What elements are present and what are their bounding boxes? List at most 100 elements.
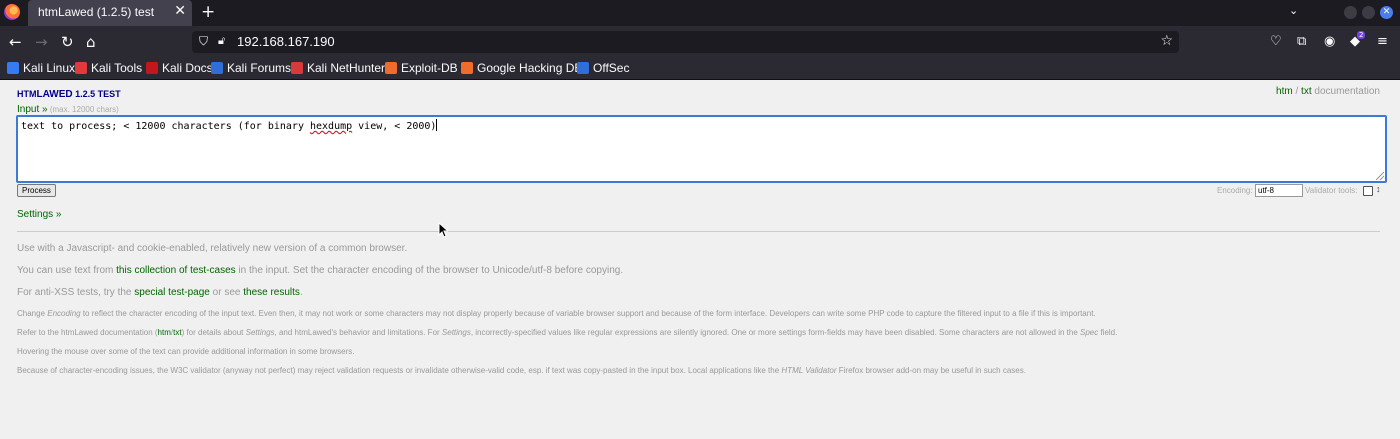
brand-version: 1.2.5 <box>75 89 96 99</box>
back-icon[interactable]: ← <box>9 33 22 51</box>
note-text: Firefox browser add-on may be useful in … <box>836 366 1026 375</box>
shield-icon[interactable]: ⛉ <box>199 34 208 49</box>
tab-htmlawed[interactable]: htmLawed (1.2.5) test ✕ <box>28 0 192 26</box>
note-emphasis: Spec <box>1080 328 1099 337</box>
tab-close-icon[interactable]: ✕ <box>174 3 186 19</box>
settings-toggle-link[interactable]: Settings » <box>17 209 61 220</box>
validator-tools-checkbox[interactable] <box>1363 186 1373 196</box>
bookmark-label: OffSec <box>593 61 630 75</box>
maximize-button[interactable] <box>1362 6 1375 19</box>
brand-test: TEST <box>97 89 121 99</box>
bookmark-item[interactable]: Kali NetHunter <box>291 61 385 77</box>
bookmark-label: Kali NetHunter <box>307 61 386 75</box>
extensions-icon[interactable]: ⧉ <box>1297 34 1306 49</box>
doc-word: documentation <box>1311 86 1380 97</box>
note-documentation: Refer to the htmLawed documentation (htm… <box>17 328 1117 337</box>
note-text: , incorrectly-specified values like regu… <box>470 328 1080 337</box>
doc-txt-inline-link[interactable]: txt <box>173 328 181 337</box>
note-text: ) for details about <box>181 328 246 337</box>
bookmark-favicon-icon <box>385 62 397 74</box>
url-bar[interactable]: ⛉ 🔓︎ 192.168.167.190 ☆ <box>192 31 1179 53</box>
bookmark-favicon-icon <box>7 62 19 74</box>
bookmark-item[interactable]: Google Hacking DB <box>461 61 582 77</box>
note-text: field. <box>1098 328 1118 337</box>
note-text: For anti-XSS tests, try the <box>17 287 135 298</box>
bookmarks-toolbar: Kali Linux Kali Tools Kali Docs Kali Forums… <box>0 58 1400 80</box>
bookmark-favicon-icon <box>211 62 223 74</box>
encoding-label: Encoding: <box>1217 186 1253 195</box>
bookmark-item[interactable]: Kali Linux <box>7 61 75 77</box>
note-text: Because of character-encoding issues, th… <box>17 366 782 375</box>
resize-handle-icon[interactable] <box>1376 172 1384 180</box>
input-label: Input » (max. 12000 chars) <box>17 104 119 115</box>
page-content: HTMLAWED 1.2.5 TEST htm / txt documentat… <box>0 80 1400 439</box>
divider <box>17 231 1380 232</box>
forward-icon[interactable]: → <box>35 33 48 51</box>
page-title: HTMLAWED 1.2.5 TEST <box>17 89 121 100</box>
bookmark-item[interactable]: Kali Forums <box>211 61 291 77</box>
hamburger-menu-icon[interactable]: ≡ <box>1377 34 1388 49</box>
test-cases-link[interactable]: this collection of test-cases <box>116 265 236 276</box>
note-text: to reflect the character encoding of the… <box>80 309 1096 318</box>
bookmark-label: Exploit-DB <box>401 61 458 75</box>
minimize-button[interactable] <box>1344 6 1357 19</box>
note-text: . <box>299 287 303 298</box>
note-text: Change <box>17 309 48 318</box>
list-all-tabs-icon[interactable]: ⌄ <box>1289 4 1298 17</box>
note-emphasis: Settings <box>441 328 471 337</box>
validator-tools-label: Validator tools: <box>1305 186 1358 195</box>
special-test-page-link[interactable]: special test-page <box>134 287 210 298</box>
note-emphasis: HTML Validator <box>781 366 837 375</box>
bookmark-favicon-icon <box>577 62 589 74</box>
doc-htm-link[interactable]: htm <box>1276 86 1293 97</box>
note-hover: Hovering the mouse over some of the text… <box>17 347 355 356</box>
input-toggle-link[interactable]: Input » <box>17 104 48 115</box>
bookmark-item[interactable]: Kali Docs <box>146 61 213 77</box>
doc-sep: / <box>1292 86 1302 97</box>
note-browser: Use with a Javascript- and cookie-enable… <box>17 243 408 254</box>
brand-lawed: LAWED <box>36 89 73 100</box>
lock-icon[interactable]: 🔓︎ <box>218 34 225 48</box>
bookmark-label: Kali Docs <box>162 61 213 75</box>
nav-bar: ← → ↻ ⌂ ⛉ 🔓︎ 192.168.167.190 ☆ ♡ ⧉ ◉ ◆ 2… <box>0 26 1400 58</box>
note-text: Refer to the htmLawed documentation ( <box>17 328 158 337</box>
foxyproxy-icon[interactable]: ◉ <box>1324 34 1335 49</box>
new-tab-button[interactable]: + <box>201 2 215 22</box>
note-test-cases: You can use text from this collection of… <box>17 265 623 276</box>
bookmark-item[interactable]: Kali Tools <box>75 61 142 77</box>
bookmark-favicon-icon <box>291 62 303 74</box>
close-window-button[interactable]: ✕ <box>1380 6 1393 19</box>
tab-bar: htmLawed (1.2.5) test ✕ + ⌄ ✕ <box>0 0 1400 26</box>
pocket-icon[interactable]: ♡ <box>1270 34 1282 49</box>
brand-htm: HTM <box>17 89 37 99</box>
these-results-link[interactable]: these results <box>243 287 300 298</box>
textarea-text-before: text to process; < 12000 characters (for… <box>21 121 310 132</box>
bookmark-label: Google Hacking DB <box>477 61 583 75</box>
text-caret <box>436 119 438 131</box>
note-text: You can use text from <box>17 265 117 276</box>
note-text: in the input. Set the character encoding… <box>235 265 624 276</box>
url-text[interactable]: 192.168.167.190 <box>237 34 335 49</box>
doc-txt-link[interactable]: txt <box>1301 86 1312 97</box>
home-icon[interactable]: ⌂ <box>86 33 96 51</box>
bookmark-label: Kali Forums <box>227 61 292 75</box>
validator-info-icon: ↕ <box>1376 184 1381 194</box>
reload-icon[interactable]: ↻ <box>61 33 74 51</box>
documentation-links: htm / txt documentation <box>1276 86 1380 97</box>
bookmark-favicon-icon <box>75 62 87 74</box>
bookmark-item[interactable]: Exploit-DB <box>385 61 458 77</box>
encoding-input[interactable]: utf-8 <box>1255 184 1303 197</box>
note-anti-xss: For anti-XSS tests, try the special test… <box>17 287 303 298</box>
bookmark-label: Kali Tools <box>91 61 143 75</box>
input-textarea[interactable]: text to process; < 12000 characters (for… <box>16 115 1387 183</box>
bookmark-item[interactable]: OffSec <box>577 61 629 77</box>
bookmark-favicon-icon <box>146 62 158 74</box>
bookmark-label: Kali Linux <box>23 61 76 75</box>
note-encoding: Change Encoding to reflect the character… <box>17 309 1096 318</box>
textarea-text-after: view, < 2000) <box>352 121 437 132</box>
doc-htm-inline-link[interactable]: htm <box>158 328 171 337</box>
firefox-menu-icon[interactable] <box>4 4 20 20</box>
bookmark-star-icon[interactable]: ☆ <box>1160 33 1173 49</box>
mouse-pointer-icon <box>438 222 448 238</box>
process-button[interactable]: Process <box>17 184 56 197</box>
